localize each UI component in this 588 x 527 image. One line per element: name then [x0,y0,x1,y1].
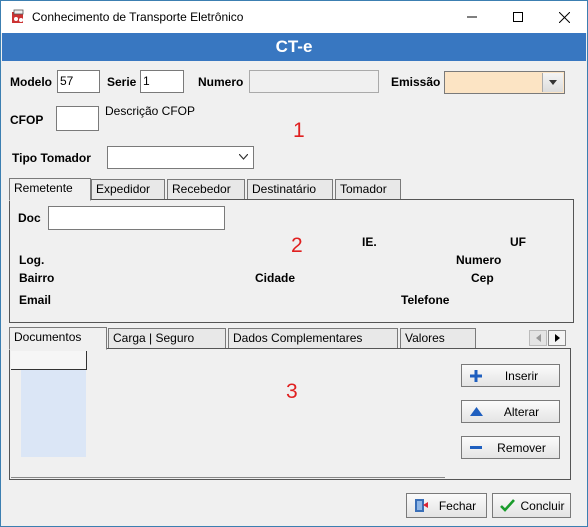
tab-tomador[interactable]: Tomador [335,179,401,199]
tipo-tomador-select[interactable] [107,146,254,169]
close-button[interactable] [541,1,587,33]
chevron-down-icon [239,154,248,160]
tab-documentos[interactable]: Documentos [9,327,107,350]
chevron-down-icon [549,80,557,85]
window-title: Conhecimento de Transporte Eletrônico [32,10,244,24]
alterar-button[interactable]: Alterar [461,400,560,423]
minimize-icon [467,16,477,18]
serie-label: Serie [107,75,137,89]
fechar-button[interactable]: Fechar [406,493,487,518]
emissao-dropdown-button[interactable] [542,73,563,92]
minus-icon [470,445,482,449]
annotation-2: 2 [291,234,303,257]
inserir-label: Inserir [504,368,539,383]
minimize-button[interactable] [449,1,495,33]
log-label: Log. [19,253,45,267]
uf-label: UF [510,235,526,249]
fechar-label: Fechar [438,498,477,513]
numero-input[interactable] [249,70,379,93]
numero-label: Numero [198,75,244,89]
tab-scroll-left-button[interactable] [529,330,547,346]
tab-destinatario[interactable]: Destinatário [247,179,333,199]
app-icon [12,9,24,23]
tab-carga-seguro[interactable]: Carga | Seguro [108,328,226,348]
tab-expedidor[interactable]: Expedidor [91,179,165,199]
alterar-label: Alterar [503,404,540,419]
remover-label: Remover [497,440,546,455]
emissao-label: Emissão [391,75,441,89]
tab-scroll-right-button[interactable] [548,330,566,346]
doc-label: Doc [18,211,41,225]
concluir-button[interactable]: Concluir [492,493,571,518]
numero-endereco-label: Numero [456,253,502,267]
triangle-up-icon [469,407,483,416]
maximize-icon [513,12,523,22]
concluir-label: Concluir [520,498,565,513]
ie-label: IE. [362,235,377,249]
cte-window: Conhecimento de Transporte Eletrônico CT… [0,0,588,527]
cfop-input[interactable] [56,106,99,131]
tipo-tomador-label: Tipo Tomador [12,151,91,165]
cfop-label: CFOP [10,113,44,127]
modelo-label: Modelo [10,75,52,89]
annotation-3: 3 [286,380,298,403]
serie-input[interactable]: 1 [140,70,184,93]
tab-remetente[interactable]: Remetente [9,178,91,201]
emissao-date-input[interactable] [444,71,565,94]
maximize-button[interactable] [495,1,541,33]
exit-door-icon [414,499,428,512]
cte-banner: CT-e [2,33,586,61]
grid-header-cell [11,351,87,370]
modelo-input[interactable]: 57 [57,70,100,93]
annotation-1: 1 [293,119,305,142]
telefone-label: Telefone [401,293,450,307]
tab-recebedor[interactable]: Recebedor [167,179,245,199]
plus-icon [470,369,482,382]
chevron-right-icon [554,334,560,342]
tab-valores[interactable]: Valores [400,328,476,348]
cep-label: Cep [471,271,494,285]
close-icon [558,11,570,23]
email-label: Email [19,293,52,307]
doc-input[interactable] [48,206,225,230]
remover-button[interactable]: Remover [461,436,560,459]
title-bar: Conhecimento de Transporte Eletrônico [1,1,587,33]
cidade-label: Cidade [255,271,296,285]
descricao-cfop-label: Descrição CFOP [105,104,196,118]
inserir-button[interactable]: Inserir [461,364,560,387]
chevron-left-icon [535,334,541,342]
documentos-grid[interactable] [11,351,445,478]
checkmark-icon [499,499,515,512]
grid-selection-column [21,370,86,457]
tab-dados-complementares[interactable]: Dados Complementares [228,328,398,348]
bairro-label: Bairro [19,271,55,285]
